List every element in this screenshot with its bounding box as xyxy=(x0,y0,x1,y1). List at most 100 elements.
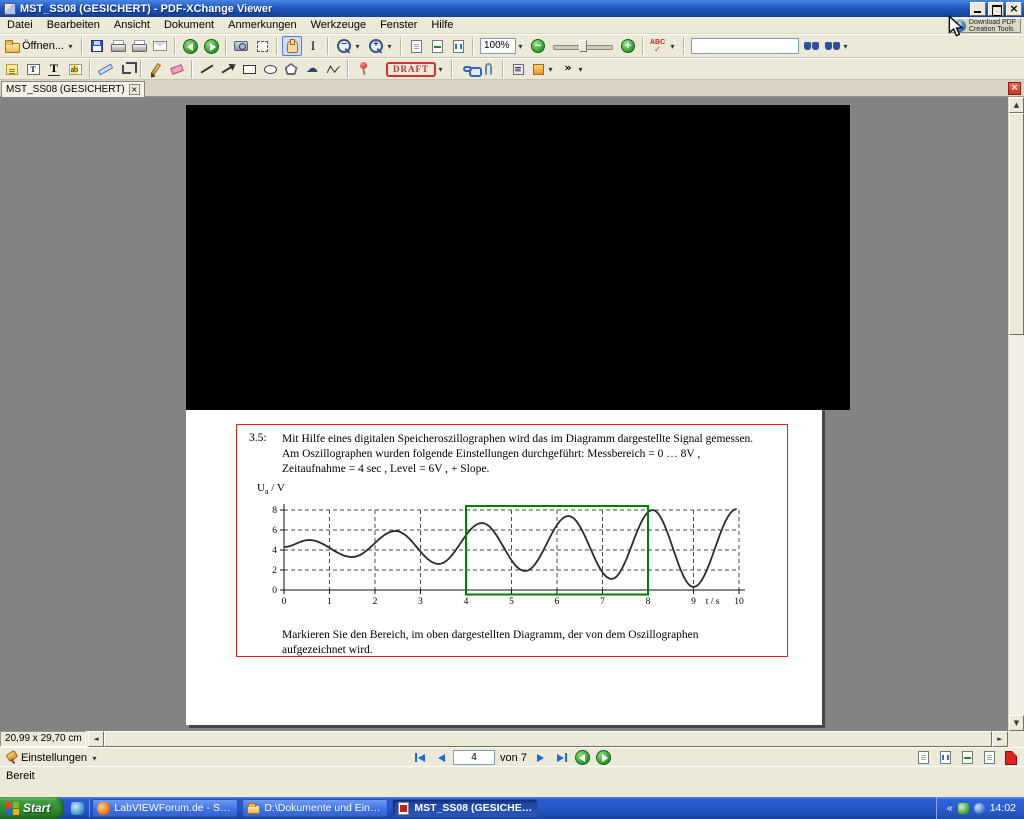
dropdown-arrow-icon xyxy=(385,40,394,52)
start-button[interactable]: Start xyxy=(0,797,64,819)
search-field-button[interactable] xyxy=(689,36,801,56)
measure-button[interactable] xyxy=(95,59,115,79)
zoom-slider[interactable] xyxy=(551,38,615,54)
scroll-down-arrow-icon[interactable] xyxy=(1009,715,1024,731)
last-page-button[interactable] xyxy=(553,750,571,766)
previous-page-button[interactable] xyxy=(432,750,450,766)
zoom-in-tool-button[interactable] xyxy=(365,36,396,56)
facing-pages-view-button[interactable] xyxy=(957,748,977,768)
task-labviewforum[interactable]: LabVIEWForum.de - Suc... xyxy=(92,799,238,817)
crop-pages-button[interactable] xyxy=(116,59,136,79)
zoom-out-tool-button[interactable] xyxy=(333,36,364,56)
continuous-facing-view-button[interactable] xyxy=(979,748,999,768)
zoom-level-button[interactable]: 100% xyxy=(478,36,527,56)
scroll-up-arrow-icon[interactable] xyxy=(1009,97,1024,113)
sticky-note-button[interactable] xyxy=(2,59,22,79)
floppy-icon xyxy=(91,40,103,52)
tab-close-icon[interactable]: × xyxy=(129,84,140,95)
vertical-scroll-thumb[interactable] xyxy=(1009,113,1024,335)
vertical-scrollbar[interactable] xyxy=(1008,97,1024,731)
zoom-plus-button[interactable] xyxy=(618,36,638,56)
save-button[interactable] xyxy=(87,36,107,56)
previous-view-button[interactable] xyxy=(180,36,200,56)
cloud-tool-button[interactable] xyxy=(302,59,322,79)
zoom-minus-button[interactable] xyxy=(528,36,548,56)
fit-page-button[interactable] xyxy=(427,36,447,56)
scroll-left-arrow-icon[interactable] xyxy=(88,731,104,747)
oval-tool-button[interactable] xyxy=(260,59,280,79)
pencil-tool-button[interactable] xyxy=(146,59,166,79)
pin-tool-button[interactable] xyxy=(353,59,383,79)
menu-hilfe[interactable]: Hilfe xyxy=(424,17,460,33)
polyline-tool-button[interactable] xyxy=(323,59,343,79)
quick-launch-icon[interactable] xyxy=(71,802,84,815)
next-view-button[interactable] xyxy=(595,750,613,766)
dashed-icon xyxy=(257,41,268,52)
next-view-button[interactable] xyxy=(201,36,221,56)
search-button[interactable] xyxy=(802,36,822,56)
open-button[interactable]: Öffnen... xyxy=(2,36,77,56)
eraser-tool-button[interactable] xyxy=(167,59,187,79)
menu-datei[interactable]: Datei xyxy=(0,17,40,33)
next-page-button[interactable] xyxy=(532,750,550,766)
more-tools-button[interactable] xyxy=(558,59,587,79)
menu-bearbeiten[interactable]: Bearbeiten xyxy=(40,17,107,33)
search-field[interactable] xyxy=(691,38,799,54)
arrow-tool-button[interactable] xyxy=(218,59,238,79)
zoom-slider-button[interactable] xyxy=(549,36,617,56)
search-options-button[interactable] xyxy=(823,36,852,56)
minimize-button[interactable] xyxy=(970,2,986,16)
page-icon xyxy=(411,40,422,53)
horizontal-scrollbar[interactable] xyxy=(104,731,992,747)
menu-werkzeuge[interactable]: Werkzeuge xyxy=(304,17,373,33)
line-tool-button[interactable] xyxy=(197,59,217,79)
tray-network-icon[interactable] xyxy=(974,803,985,814)
actual-size-button[interactable] xyxy=(406,36,426,56)
task-explorer[interactable]: D:\Dokumente und Einst... xyxy=(242,799,388,817)
horizontal-scroll-thumb[interactable] xyxy=(104,731,992,747)
text-box-button[interactable] xyxy=(23,59,43,79)
email-button[interactable] xyxy=(150,36,170,56)
document-tab[interactable]: MST_SS08 (GESICHERT) × xyxy=(1,81,145,97)
pdf-xchange-window: MST_SS08 (GESICHERT) - PDF-XChange Viewe… xyxy=(0,0,1024,819)
settings-panel-button[interactable]: Einstellungen xyxy=(2,749,103,766)
task-pdf-viewer[interactable]: MST_SS08 (GESICHER... xyxy=(392,799,538,817)
properties-button[interactable] xyxy=(508,59,528,79)
menu-dokument[interactable]: Dokument xyxy=(157,17,221,33)
fit-width-button[interactable] xyxy=(448,36,468,56)
menu-fenster[interactable]: Fenster xyxy=(373,17,424,33)
document-viewport[interactable]: 3.5: Mit Hilfe eines digitalen Speichero… xyxy=(0,97,1008,731)
polygon-tool-button[interactable] xyxy=(281,59,301,79)
page-icon xyxy=(984,751,995,764)
maximize-button[interactable] xyxy=(988,2,1004,16)
comment-style-button[interactable] xyxy=(529,59,557,79)
print-button[interactable] xyxy=(108,36,128,56)
single-page-view-button[interactable] xyxy=(913,748,933,768)
continuous-view-button[interactable] xyxy=(935,748,955,768)
status-bar: Bereit xyxy=(0,766,1024,797)
menu-anmerkungen[interactable]: Anmerkungen xyxy=(221,17,304,33)
close-button[interactable] xyxy=(1006,2,1022,16)
tray-chevron-icon[interactable]: « xyxy=(947,802,953,814)
typewriter-button[interactable] xyxy=(44,59,64,79)
pdf-reader-button[interactable] xyxy=(1001,748,1021,768)
rectangle-tool-button[interactable] xyxy=(239,59,259,79)
hand-tool-button[interactable] xyxy=(282,36,302,56)
tray-shield-icon[interactable] xyxy=(958,803,969,814)
previous-view-button[interactable] xyxy=(574,750,592,766)
spell-check-button[interactable] xyxy=(648,36,679,56)
scroll-right-arrow-icon[interactable] xyxy=(992,731,1008,747)
close-document-button[interactable]: × xyxy=(1008,82,1021,95)
snapshot-button[interactable] xyxy=(231,36,251,56)
stamp-draft-button[interactable]: DRAFT xyxy=(384,59,447,79)
slider-thumb[interactable] xyxy=(579,40,587,52)
select-text-button[interactable] xyxy=(303,36,323,56)
highlight-text-button[interactable] xyxy=(65,59,85,79)
page-number-input[interactable] xyxy=(453,750,495,765)
menu-ansicht[interactable]: Ansicht xyxy=(107,17,157,33)
print-setup-button[interactable] xyxy=(129,36,149,56)
first-page-button[interactable] xyxy=(411,750,429,766)
select-region-button[interactable] xyxy=(252,36,272,56)
link-tool-button[interactable] xyxy=(457,59,477,79)
app-icon[interactable] xyxy=(4,3,16,15)
